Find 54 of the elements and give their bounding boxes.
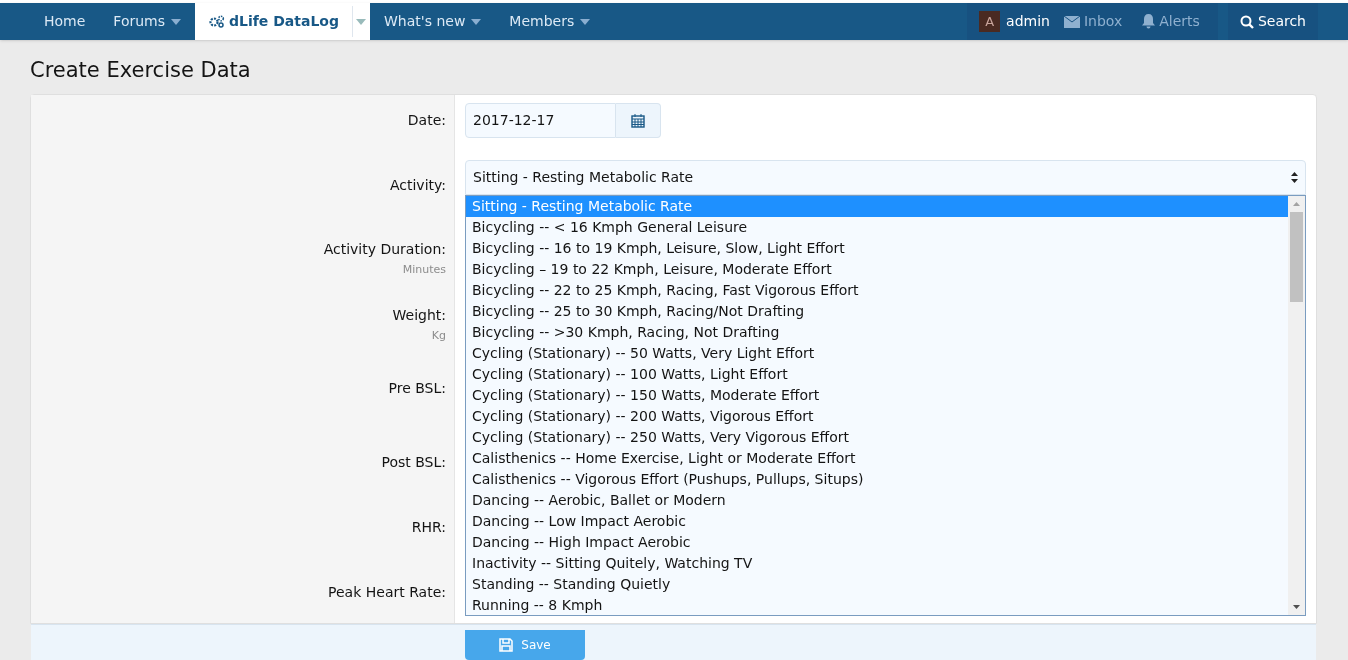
dropdown-option[interactable]: Bicycling -- 22 to 25 Kmph, Racing, Fast Vigorous Effort — [466, 280, 1288, 301]
field-label: Activity: — [389, 176, 446, 195]
caret-icon[interactable] — [356, 18, 366, 25]
field-label: Pre BSL: — [388, 379, 446, 398]
dropdown-option[interactable]: Inactivity -- Sitting Quitely, Watching TV — [466, 553, 1288, 574]
date-field[interactable]: 2017-12-17 — [465, 103, 616, 138]
dropdown-option[interactable]: Bicycling -- < 16 Kmph General Leisure — [466, 217, 1288, 238]
field-label: Post BSL: — [381, 453, 446, 472]
avatar: A — [979, 11, 1001, 32]
dropdown-option[interactable]: Calisthenics -- Vigorous Effort (Pushups, Pullups, Situps) — [466, 469, 1288, 490]
dropdown-option[interactable]: Cycling (Stationary) -- 200 Watts, Vigorous Effort — [466, 406, 1288, 427]
scroll-down-icon — [1293, 605, 1300, 609]
dropdown-option[interactable]: Running -- 8 Kmph — [466, 595, 1288, 616]
dropdown-option[interactable]: Bicycling – 19 to 22 Kmph, Leisure, Moderate Effort — [466, 259, 1288, 280]
page-title: Create Exercise Data — [29, 57, 252, 84]
bell-icon — [1142, 14, 1156, 29]
envelope-icon — [1063, 15, 1080, 28]
field-hint: Kg — [430, 328, 446, 344]
scrollbar[interactable] — [1288, 196, 1305, 615]
calendar-button[interactable] — [616, 103, 661, 138]
search-link[interactable]: Search — [1227, 3, 1318, 40]
calendar-icon — [631, 113, 645, 128]
nav-tab[interactable]: dLife DataLog — [195, 3, 353, 40]
inbox-link[interactable]: Inbox — [1053, 3, 1133, 40]
nav-tab[interactable]: Forums — [99, 3, 196, 40]
dropdown-option[interactable]: Dancing -- Low Impact Aerobic — [466, 511, 1288, 532]
dropdown-option[interactable]: Cycling (Stationary) -- 250 Watts, Very Vigorous Effort — [466, 427, 1288, 448]
field-hint: Minutes — [401, 262, 446, 278]
dropdown-option[interactable]: Bicycling -- >30 Kmph, Racing, Not Drafting — [466, 322, 1288, 343]
field-label: Weight: — [392, 306, 446, 325]
dropdown-option[interactable]: Cycling (Stationary) -- 150 Watts, Moderate Effort — [466, 385, 1288, 406]
dropdown-option[interactable]: Bicycling -- 16 to 19 Kmph, Leisure, Slow, Light Effort — [466, 238, 1288, 259]
alerts-link[interactable]: Alerts — [1134, 3, 1208, 40]
scroll-up-icon — [1293, 202, 1300, 206]
field-label: Date: — [407, 111, 446, 130]
activity-select[interactable]: Sitting - Resting Metabolic Rate — [465, 160, 1306, 195]
search-icon — [1239, 14, 1254, 29]
field-label: Peak Heart Rate: — [328, 583, 446, 602]
dropdown-option[interactable]: Dancing -- Aerobic, Ballet or Modern — [466, 490, 1288, 511]
nav-tab[interactable]: Members — [495, 3, 605, 40]
dropdown-option[interactable]: Standing -- Standing Quietly — [466, 574, 1288, 595]
field-label: Activity Duration: — [323, 240, 446, 259]
field-label: RHR: — [411, 518, 446, 537]
scrollbar-thumb[interactable] — [1290, 212, 1303, 302]
dropdown-option[interactable]: Bicycling -- 25 to 30 Kmph, Racing/Not Drafting — [466, 301, 1288, 322]
nav-tab[interactable]: Home — [30, 3, 100, 40]
nav-tab[interactable]: What's new — [370, 3, 496, 40]
select-arrows-icon — [1291, 172, 1298, 183]
dropdown-option[interactable]: Calisthenics -- Home Exercise, Light or Moderate Effort — [466, 448, 1288, 469]
gears-icon — [209, 15, 226, 28]
dropdown-option[interactable]: Dancing -- High Impact Aerobic — [466, 532, 1288, 553]
dropdown-option[interactable]: Cycling (Stationary) -- 100 Watts, Light Effort — [466, 364, 1288, 385]
dropdown-option[interactable]: Cycling (Stationary) -- 50 Watts, Very Light Effort — [466, 343, 1288, 364]
user-link[interactable]: A admin — [977, 3, 1052, 40]
